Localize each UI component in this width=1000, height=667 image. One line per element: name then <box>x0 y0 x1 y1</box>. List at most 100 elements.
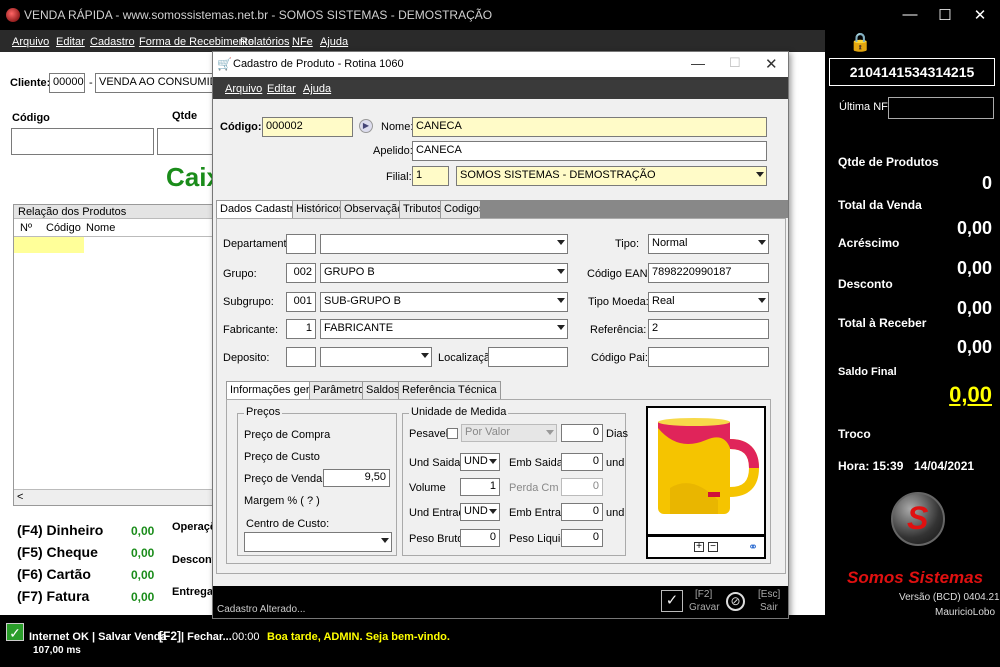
tipo-select[interactable]: Normal <box>648 234 769 254</box>
dialog-title-bar: 🛒 Cadastro de Produto - Rotina 1060 — ☐ … <box>213 52 788 77</box>
gravar-button[interactable]: Gravar <box>689 602 720 613</box>
departamento-label: Departamento: <box>223 238 296 250</box>
payment-cheque-value: 0,00 <box>131 546 155 560</box>
perda-input[interactable]: 0 <box>561 478 603 496</box>
save-check-icon[interactable]: ✓ <box>661 590 683 612</box>
chevron-down-icon <box>381 538 389 543</box>
subgrupo-select[interactable]: SUB-GRUPO B <box>320 292 568 312</box>
preco-venda-input[interactable]: 9,50 <box>323 469 390 487</box>
menu-editar[interactable]: Editar <box>56 36 85 48</box>
fabricante-code-input[interactable]: 1 <box>286 319 316 339</box>
centro-custo-select[interactable] <box>244 532 392 552</box>
menu-ajuda[interactable]: Ajuda <box>320 36 348 48</box>
grupo-code-input[interactable]: 002 <box>286 263 316 283</box>
dialog-maximize-icon[interactable]: ☐ <box>729 55 741 71</box>
tab-observacao[interactable]: Observação <box>340 200 408 218</box>
cliente-name-input[interactable]: VENDA AO CONSUMIDOR <box>95 73 213 93</box>
play-icon[interactable]: ▶ <box>359 119 373 133</box>
ean-input[interactable]: 7898220990187 <box>648 263 769 283</box>
menu-relatorios[interactable]: Relatórios <box>240 36 290 48</box>
minimize-icon[interactable]: — <box>895 6 925 23</box>
und-entrada-select[interactable]: UND <box>460 503 500 521</box>
dialog-menu-arquivo[interactable]: Arquivo <box>225 83 262 95</box>
apelido-label: Apelido: <box>373 145 413 157</box>
payment-fatura-label: (F7) Fatura <box>17 588 90 604</box>
emb-entrada-input[interactable]: 0 <box>561 503 603 521</box>
fabricante-select[interactable]: FABRICANTE <box>320 319 568 339</box>
product-image[interactable] <box>648 408 764 534</box>
emb-saida-input[interactable]: 0 <box>561 453 603 471</box>
dialog-title: Cadastro de Produto - Rotina 1060 <box>233 58 404 70</box>
moeda-select[interactable]: Real <box>648 292 769 312</box>
referencia-input[interactable]: 2 <box>648 319 769 339</box>
close-icon[interactable]: ✕ <box>965 6 995 24</box>
menu-forma-recebimento[interactable]: Forma de Recebimento <box>139 36 254 48</box>
ean-label: Código EAN: <box>587 268 651 280</box>
operacao-label: Operaçõ <box>172 521 217 533</box>
maximize-icon[interactable]: ☐ <box>930 6 960 24</box>
margem-label: Margem % ( ? ) <box>244 495 320 507</box>
col-codigo: Código <box>46 222 81 234</box>
salvar-venda-shortcut[interactable]: | Salvar Venda <box>92 631 167 643</box>
subgrupo-code-input[interactable]: 001 <box>286 292 316 312</box>
status-bar: ✓ Internet OK 107,00 ms | Salvar Venda [… <box>0 615 1000 667</box>
filial-select[interactable]: SOMOS SISTEMAS - DEMOSTRAÇÃO <box>456 166 767 186</box>
main-menu-bar: Arquivo Editar Cadastro Forma de Recebim… <box>0 30 825 52</box>
menu-arquivo[interactable]: Arquivo <box>12 36 49 48</box>
zoom-out-icon[interactable]: − <box>708 542 718 552</box>
cliente-code-input[interactable]: 000001 <box>49 73 85 93</box>
cancel-icon[interactable]: ⊘ <box>726 592 745 611</box>
pesavel-checkbox[interactable] <box>447 428 458 439</box>
unidade-medida-group: Unidade de Medida Pesavel Por Valor 0 Di… <box>402 406 629 556</box>
filial-code-input[interactable]: 1 <box>412 166 449 186</box>
web-search-icon[interactable]: ⚭ <box>748 540 758 554</box>
nome-label: Nome: <box>381 121 414 133</box>
dialog-minimize-icon[interactable]: — <box>691 55 705 71</box>
peso-liquido-input[interactable]: 0 <box>561 529 603 547</box>
dias-input[interactable]: 0 <box>561 424 603 442</box>
menu-cadastro[interactable]: Cadastro <box>90 36 135 48</box>
chevron-down-icon <box>489 509 497 514</box>
porvalor-select[interactable]: Por Valor <box>461 424 557 442</box>
menu-nfe[interactable]: NFe <box>292 36 313 48</box>
app-icon <box>6 8 20 22</box>
und-saida-select[interactable]: UND <box>460 453 500 471</box>
qtde-input[interactable] <box>157 128 213 155</box>
informacoes-gerais-panel: Preços Preço de Compra Preço de Custo Pr… <box>226 399 771 564</box>
departamento-select[interactable] <box>320 234 568 254</box>
window-title: VENDA RÁPIDA - www.somossistemas.net.br … <box>24 8 493 22</box>
sair-button[interactable]: Sair <box>760 602 778 613</box>
window-title-bar: VENDA RÁPIDA - www.somossistemas.net.br … <box>0 0 1000 30</box>
nome-input[interactable]: CANECA <box>412 117 767 137</box>
deposito-code-input[interactable] <box>286 347 316 367</box>
localizacao-input[interactable] <box>488 347 568 367</box>
subtab-referencia-tecnica[interactable]: Referência Técnica <box>398 381 501 399</box>
zoom-in-icon[interactable]: + <box>694 542 704 552</box>
apelido-input[interactable]: CANECA <box>412 141 767 161</box>
total-venda-value: 0,00 <box>956 218 992 238</box>
dialog-close-icon[interactable]: ✕ <box>765 55 778 73</box>
peso-bruto-input[interactable]: 0 <box>460 529 500 547</box>
peso-bruto-label: Peso Bruto <box>409 533 464 545</box>
deposito-select[interactable] <box>320 347 432 367</box>
fechar-shortcut[interactable]: | Fechar... <box>181 631 232 643</box>
dialog-menu-editar[interactable]: Editar <box>267 83 296 95</box>
codigo-produto-input[interactable]: 000002 <box>262 117 353 137</box>
precos-title: Preços <box>244 406 283 418</box>
departamento-code-input[interactable] <box>286 234 316 254</box>
dias-label: Dias <box>606 428 629 440</box>
qtde-label: Qtde <box>172 110 198 122</box>
volume-input[interactable]: 1 <box>460 478 500 496</box>
products-table-title: Relação dos Produtos <box>18 206 127 218</box>
unidade-medida-title: Unidade de Medida <box>409 406 509 418</box>
codpai-input[interactable] <box>648 347 769 367</box>
table-scrollbar[interactable]: < <box>14 489 212 505</box>
col-nome: Nome <box>86 222 116 234</box>
welcome-message: Boa tarde, ADMIN. Seja bem-vindo. <box>267 631 450 643</box>
codigo-input[interactable] <box>11 128 154 155</box>
dialog-menu-ajuda[interactable]: Ajuda <box>303 83 331 95</box>
table-row[interactable] <box>14 237 84 253</box>
dados-cadastrais-panel: Departamento: Tipo: Normal Grupo: 002 GR… <box>216 218 786 574</box>
tipo-label: Tipo: <box>615 238 640 250</box>
grupo-select[interactable]: GRUPO B <box>320 263 568 283</box>
